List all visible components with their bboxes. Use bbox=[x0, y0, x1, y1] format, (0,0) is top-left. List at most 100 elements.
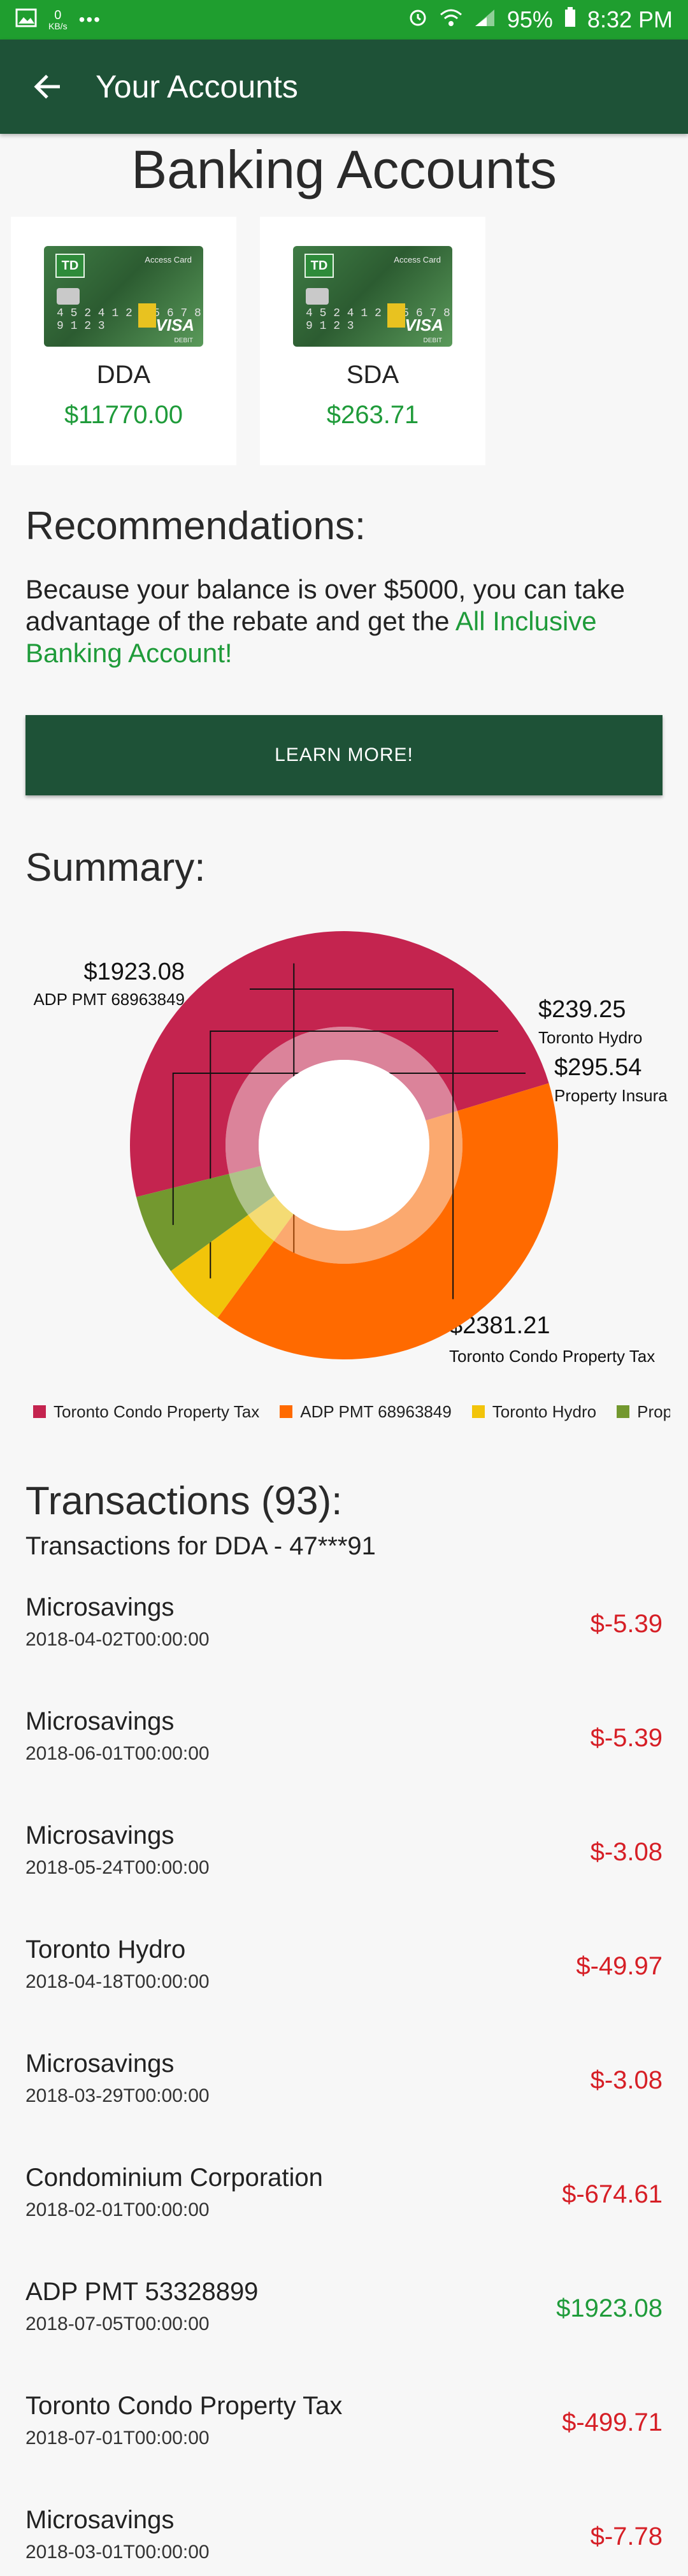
transaction-amount: $-5.39 bbox=[590, 1610, 663, 1638]
transaction-name: Microsavings bbox=[25, 1707, 175, 1735]
transaction-row[interactable]: Condominium Corporation 2018-02-01T00:00:… bbox=[0, 2157, 688, 2234]
account-card-dda[interactable]: TD Access Card 4 5 2 4 1 2 3 5 6 7 8 9 1… bbox=[11, 217, 236, 465]
summary-heading: Summary: bbox=[25, 846, 206, 890]
transaction-row[interactable]: Microsavings 2018-03-01T00:00:00 $-7.78 bbox=[0, 2500, 688, 2576]
transaction-row[interactable]: Microsavings 2018-06-01T00:00:00 $-5.39 bbox=[0, 1701, 688, 1777]
legend-item[interactable]: Prope bbox=[617, 1402, 670, 1422]
app-bar: Your Accounts bbox=[0, 40, 688, 134]
battery-percent: 95% bbox=[506, 6, 553, 33]
account-balance: $263.71 bbox=[326, 401, 419, 429]
transaction-row[interactable]: ADP PMT 53328899 2018-07-05T00:00:00 $1923… bbox=[0, 2271, 688, 2348]
card-chip bbox=[306, 288, 329, 305]
learn-more-button[interactable]: LEARN MORE! bbox=[25, 715, 663, 795]
more-notifications-icon: ••• bbox=[78, 10, 101, 29]
transaction-amount: $-7.78 bbox=[590, 2522, 663, 2551]
card-label: Access Card bbox=[145, 255, 192, 264]
callout-name-4: Property Insura bbox=[554, 1086, 668, 1105]
transaction-date: 2018-03-29T00:00:00 bbox=[25, 2085, 210, 2106]
transaction-date: 2018-05-24T00:00:00 bbox=[25, 1857, 210, 1878]
legend-swatch bbox=[617, 1405, 630, 1418]
td-logo: TD bbox=[305, 254, 334, 278]
network-speed-unit: KB/s bbox=[48, 21, 68, 31]
transaction-row[interactable]: Toronto Condo Property Tax 2018-07-01T00:… bbox=[0, 2385, 688, 2462]
debit-card-image: TD Access Card 4 5 2 4 1 2 3 5 6 7 8 9 1… bbox=[293, 246, 452, 347]
arrow-left-icon bbox=[34, 75, 60, 99]
summary-donut-chart: $2381.21Toronto Condo Property Tax$1923.… bbox=[33, 930, 668, 1366]
callout-value-2: $1923.08 bbox=[84, 959, 185, 985]
visa-logo: VISA bbox=[155, 315, 194, 335]
account-balance: $11770.00 bbox=[64, 401, 183, 429]
legend-label: ADP PMT 68963849 bbox=[300, 1401, 452, 1421]
transaction-name: Microsavings bbox=[25, 1593, 175, 1621]
transaction-date: 2018-04-02T00:00:00 bbox=[25, 1629, 210, 1650]
transaction-row[interactable]: Microsavings 2018-05-24T00:00:00 $-3.08 bbox=[0, 1815, 688, 1892]
transaction-name: Microsavings bbox=[25, 2506, 175, 2534]
transaction-date: 2018-03-01T00:00:00 bbox=[25, 2542, 210, 2563]
legend-label: Toronto Hydro bbox=[492, 1401, 597, 1421]
clock: 8:32 PM bbox=[587, 6, 673, 33]
callout-value-3: $239.25 bbox=[538, 996, 626, 1023]
transaction-amount: $-499.71 bbox=[562, 2408, 663, 2436]
legend-label: Toronto Condo Property Tax bbox=[54, 1401, 260, 1421]
transaction-amount: $-674.61 bbox=[562, 2180, 663, 2208]
legend-item[interactable]: Toronto Hydro bbox=[471, 1401, 597, 1422]
recommendations-heading: Recommendations: bbox=[25, 504, 366, 548]
account-card-sda[interactable]: TD Access Card 4 5 2 4 1 2 3 5 6 7 8 9 1… bbox=[260, 217, 485, 465]
signal-icon bbox=[474, 6, 496, 33]
status-right: 95% 8:32 PM bbox=[408, 6, 673, 33]
legend-swatch bbox=[280, 1405, 293, 1418]
transaction-date: 2018-02-01T00:00:00 bbox=[25, 2199, 210, 2220]
transaction-date: 2018-04-18T00:00:00 bbox=[25, 1971, 210, 1992]
callout-name-1: Toronto Condo Property Tax bbox=[449, 1347, 655, 1366]
donut-hole bbox=[259, 1060, 429, 1231]
transaction-name: Toronto Hydro bbox=[25, 1936, 186, 1964]
callout-value-4: $295.54 bbox=[554, 1054, 641, 1081]
legend-swatch bbox=[471, 1405, 485, 1418]
td-logo: TD bbox=[55, 254, 85, 278]
status-bar: 0 KB/s ••• 95% 8:32 PM bbox=[0, 0, 688, 40]
callout-name-3: Toronto Hydro bbox=[538, 1028, 642, 1047]
chart-legend: Toronto Condo Property Tax ADP PMT 689638… bbox=[33, 1399, 670, 1424]
transaction-date: 2018-07-05T00:00:00 bbox=[25, 2313, 210, 2334]
legend-label: Prope bbox=[637, 1401, 670, 1421]
transaction-name: Toronto Condo Property Tax bbox=[25, 2392, 343, 2420]
transaction-amount: $-3.08 bbox=[590, 1838, 663, 1866]
card-tag bbox=[387, 303, 405, 328]
account-name: DDA bbox=[96, 361, 151, 389]
alarm-icon bbox=[408, 6, 428, 33]
legend-item[interactable]: ADP PMT 68963849 bbox=[280, 1402, 452, 1422]
transaction-amount: $-49.97 bbox=[576, 1952, 663, 1980]
recommendation-text: Because your balance is over $5000, you … bbox=[25, 574, 663, 669]
card-chip bbox=[57, 288, 80, 305]
transaction-amount: $-5.39 bbox=[590, 1724, 663, 1752]
legend-swatch bbox=[33, 1405, 46, 1418]
gallery-icon bbox=[15, 6, 37, 33]
callout-name-2: ADP PMT 68963849 bbox=[33, 990, 185, 1009]
back-button[interactable] bbox=[0, 40, 96, 134]
legend-item[interactable]: Toronto Condo Property Tax bbox=[33, 1402, 259, 1422]
transaction-amount: $1923.08 bbox=[556, 2294, 663, 2322]
network-speed: 0 KB/s bbox=[48, 9, 68, 31]
transaction-name: Condominium Corporation bbox=[25, 2164, 323, 2192]
card-type: DEBIT bbox=[423, 337, 442, 344]
transaction-row[interactable]: Microsavings 2018-03-29T00:00:00 $-3.08 bbox=[0, 2043, 688, 2120]
transaction-row[interactable]: Microsavings 2018-04-02T00:00:00 $-5.39 bbox=[0, 1587, 688, 1663]
card-type: DEBIT bbox=[174, 337, 193, 344]
transaction-date: 2018-06-01T00:00:00 bbox=[25, 1743, 210, 1764]
transaction-name: Microsavings bbox=[25, 1821, 175, 1849]
wifi-icon bbox=[440, 6, 462, 33]
transactions-heading: Transactions (93): bbox=[25, 1479, 343, 1523]
transaction-row[interactable]: Toronto Hydro 2018-04-18T00:00:00 $-49.97 bbox=[0, 1929, 688, 2006]
transaction-name: Microsavings bbox=[25, 2050, 175, 2078]
visa-logo: VISA bbox=[405, 315, 443, 335]
network-speed-value: 0 bbox=[54, 8, 62, 22]
battery-icon bbox=[564, 6, 576, 33]
transactions-subtitle: Transactions for DDA - 47***91 bbox=[25, 1532, 376, 1560]
account-name: SDA bbox=[346, 361, 399, 389]
debit-card-image: TD Access Card 4 5 2 4 1 2 3 5 6 7 8 9 1… bbox=[44, 246, 203, 347]
transaction-date: 2018-07-01T00:00:00 bbox=[25, 2428, 210, 2449]
card-tag bbox=[138, 303, 156, 328]
transaction-amount: $-3.08 bbox=[590, 2066, 663, 2094]
app-bar-title: Your Accounts bbox=[96, 69, 298, 105]
status-left: 0 KB/s ••• bbox=[15, 6, 101, 33]
